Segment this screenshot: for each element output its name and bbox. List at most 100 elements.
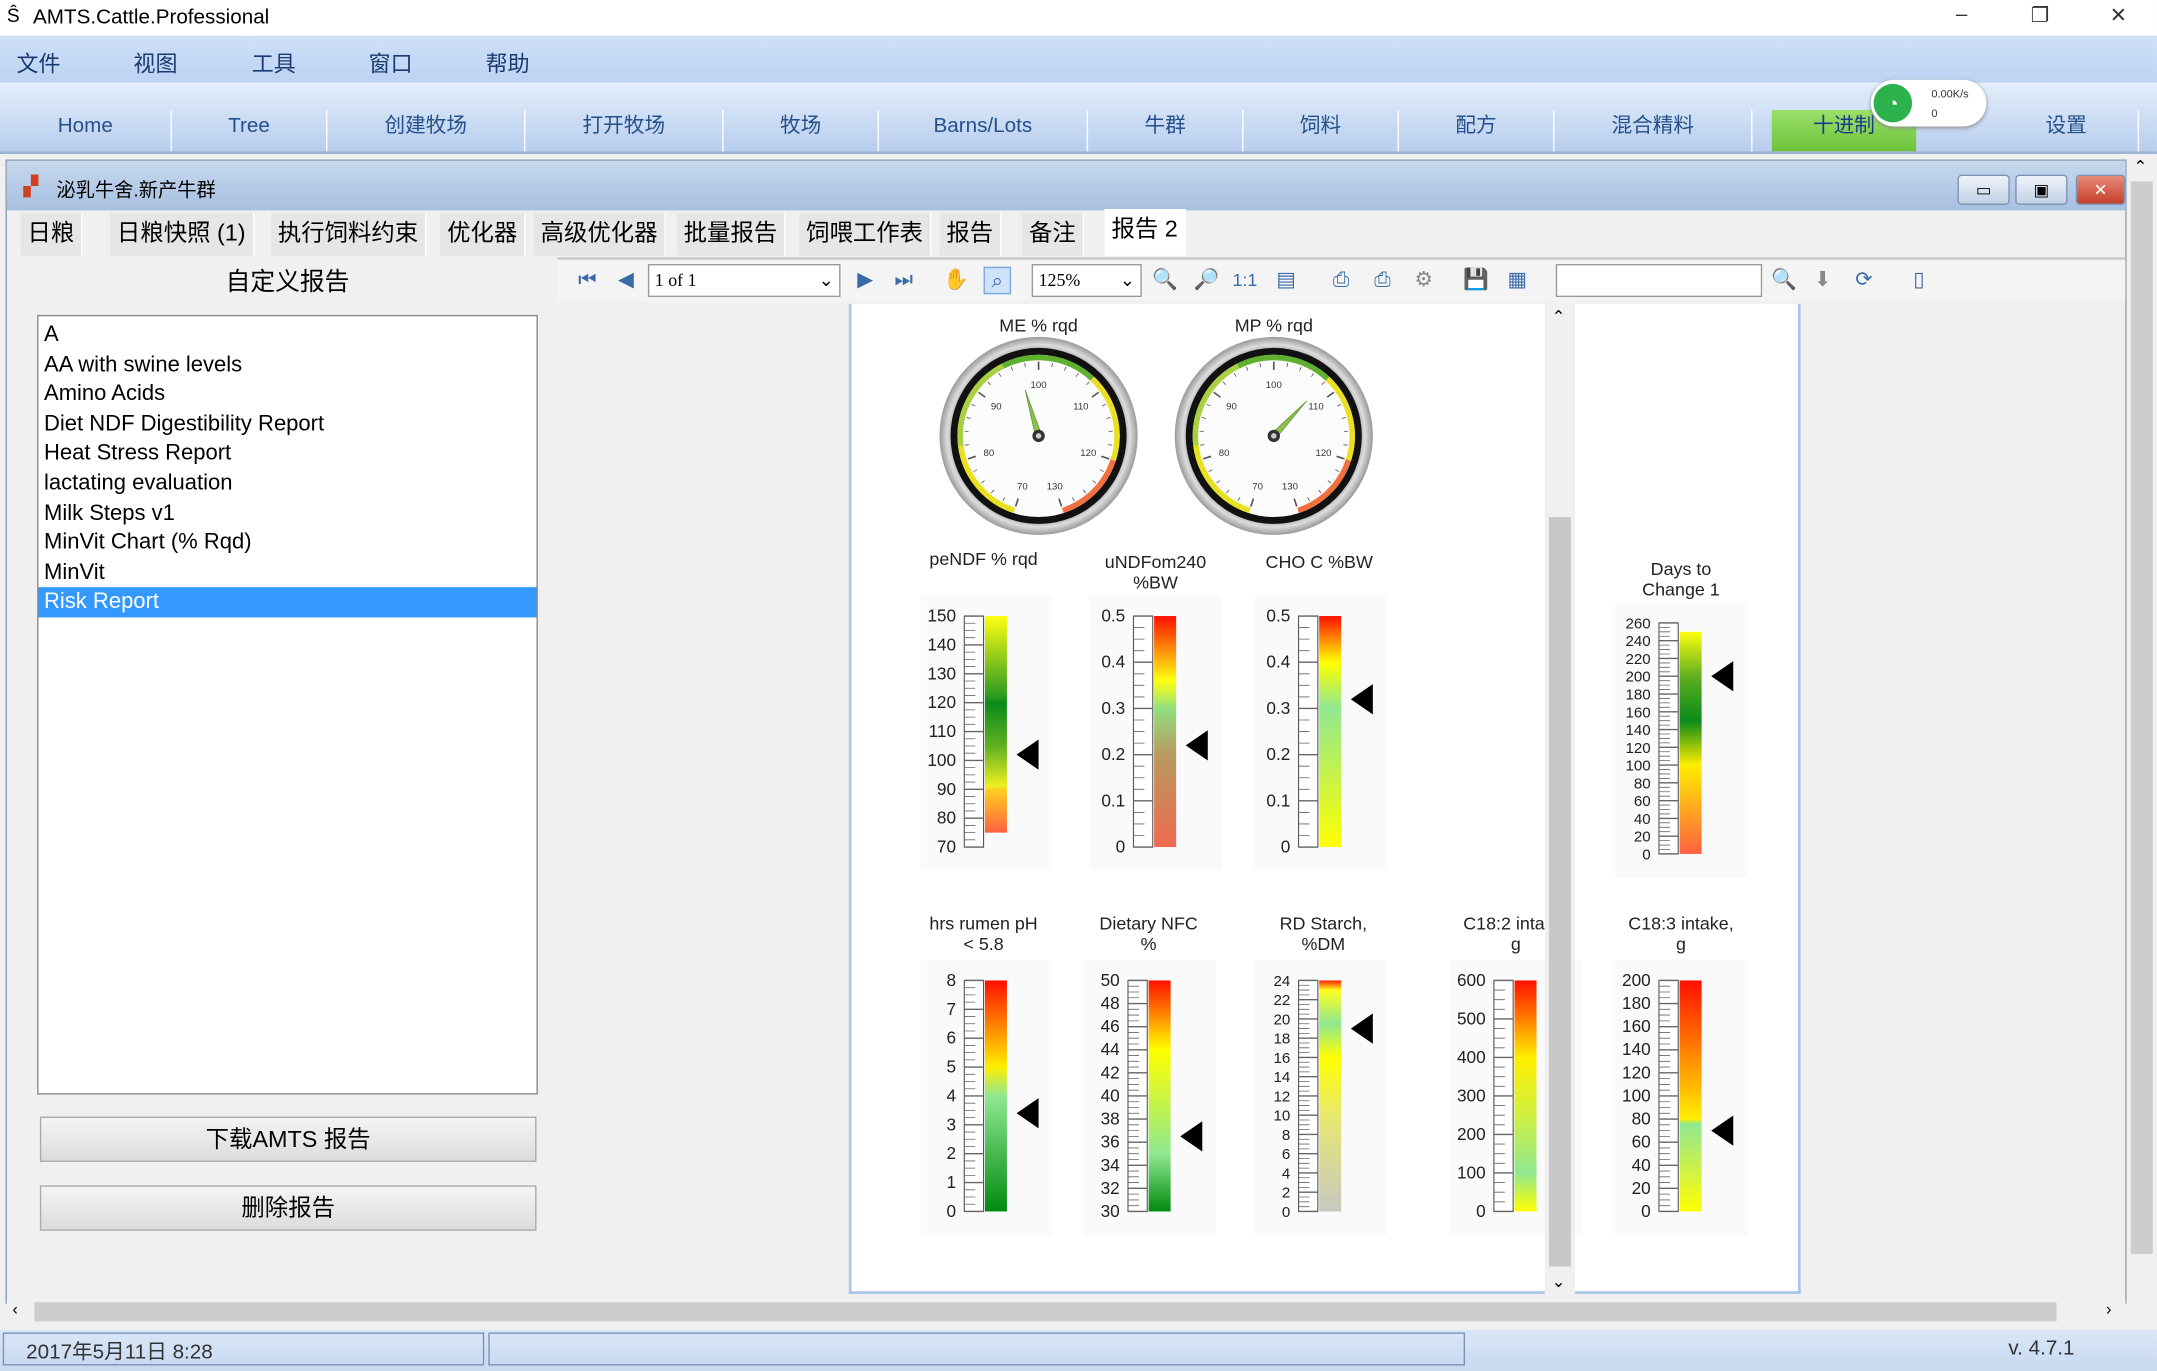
minimize-button[interactable]: – [1941,3,1982,33]
scale-label: 200 [1622,970,1651,990]
child-close-button[interactable]: ✕ [2075,174,2126,205]
export-icon[interactable]: ▦ [1504,267,1532,295]
ribbon-tab[interactable]: 配方 [1399,110,1555,152]
ribbon-tab[interactable]: Tree [172,110,328,152]
tab[interactable]: 批量报告 [676,213,786,256]
search-input[interactable] [1555,264,1763,298]
child-restore-button[interactable]: ▣ [2015,174,2068,205]
scroll-up-icon[interactable]: ⌃ [2134,157,2148,176]
tab[interactable]: 报告 2 [1104,209,1187,256]
menu-item[interactable]: 帮助 [486,45,530,78]
child-minimize-button[interactable]: ▭ [1957,174,2010,205]
report-list-item[interactable]: Amino Acids [39,380,537,410]
ribbon-tab[interactable]: Barns/Lots [879,110,1089,152]
scale-label: 80 [1632,1109,1651,1129]
scroll-up-icon[interactable]: ⌃ [1552,307,1566,326]
scale-label: 0 [1642,846,1650,863]
report-list-item[interactable]: Risk Report [38,587,537,618]
ribbon-tab[interactable]: 设置 [1995,110,2140,152]
tab[interactable]: 报告 [939,213,1002,256]
report-list[interactable]: A AA with swine levels Amino Acids Diet NDF… [37,314,538,1095]
document-map-icon[interactable]: ▯ [1905,267,1933,295]
ribbon-tab[interactable]: Home [0,110,172,152]
dial-gauge: 70 80 90 100 110 120 130 [939,336,1138,535]
scale-label: 400 [1457,1047,1486,1067]
report-list-item[interactable]: AA with swine levels [39,350,537,380]
find-next-icon[interactable]: ⬇ [1809,267,1837,295]
print-icon[interactable]: ⎙ [1327,267,1355,295]
refresh-icon[interactable]: ⟳ [1850,267,1878,295]
print-layout-icon[interactable]: ⎙ [1369,267,1397,295]
gauge-tick-label: 100 [1031,380,1047,391]
scale-label: 38 [1101,1109,1120,1129]
wifi-icon: ◔ [1873,83,1913,123]
report-list-item[interactable]: Diet NDF Digestibility Report [39,409,537,439]
menu-item[interactable]: 工具 [252,45,296,78]
zoom-tool-icon[interactable]: ⌕ [983,266,1012,295]
actual-size-button[interactable]: 1:1 [1231,267,1259,295]
report-list-item[interactable]: MinVit [39,558,537,588]
tab[interactable]: 执行饲料约束 [270,213,427,256]
report-vertical-scrollbar[interactable]: ⌃ ⌄ [1544,303,1576,1297]
scale-label: 240 [1625,633,1650,650]
next-page-icon[interactable]: ▶ [851,267,879,295]
scale-label: 44 [1101,1039,1121,1059]
tab[interactable]: 优化器 [440,213,526,256]
prev-page-icon[interactable]: ◀ [612,267,640,295]
scroll-left-icon[interactable]: ‹ [12,1299,18,1318]
menu-item[interactable]: 视图 [133,45,177,78]
ribbon-tab[interactable]: 混合精料 [1554,110,1753,152]
scale-label: 200 [1625,669,1650,686]
delete-report-button[interactable]: 删除报告 [39,1185,537,1231]
download-report-button[interactable]: 下载AMTS 报告 [39,1116,537,1162]
ribbon-tab[interactable]: 牛群 [1088,110,1244,152]
restore-button[interactable]: ❐ [2019,3,2060,33]
tab[interactable]: 饲喂工作表 [799,213,932,256]
first-page-icon[interactable]: ⏮ [574,267,602,295]
find-icon[interactable]: 🔍 [1770,267,1798,295]
menu-item[interactable]: 文件 [17,45,61,78]
scroll-right-icon[interactable]: › [2106,1299,2112,1318]
tab[interactable]: 日粮 [20,213,83,256]
close-button[interactable]: ✕ [2098,3,2139,33]
tab[interactable]: 高级优化器 [533,213,666,256]
scale-label: 160 [1622,1016,1651,1036]
report-list-item[interactable]: Heat Stress Report [39,439,537,469]
ribbon-tab[interactable]: 创建牧场 [327,110,526,152]
scroll-down-icon[interactable]: ⌄ [1552,1272,1566,1291]
page-width-icon[interactable]: ▤ [1272,267,1300,295]
report-list-item[interactable]: lactating evaluation [39,469,537,499]
scale-label: 100 [927,750,956,770]
page-setup-icon[interactable]: ⚙ [1410,267,1438,295]
horizontal-scrollbar[interactable]: ‹ › [6,1299,2126,1325]
zoom-in-icon[interactable]: 🔍 [1151,267,1179,295]
report-viewer: ME % rqd 70 80 90 100 110 120 130 MP % rqd 70 80 90… [557,303,2098,1297]
scroll-thumb[interactable] [2130,181,2153,1255]
gauge-tick-label: 110 [1073,401,1088,412]
last-page-icon[interactable]: ⏭ [890,267,918,295]
hand-tool-icon[interactable]: ✋ [942,267,970,295]
scale-label: 140 [927,634,956,654]
report-list-item[interactable]: MinVit Chart (% Rqd) [39,528,537,558]
scale-label: 36 [1101,1132,1120,1152]
zoom-out-icon[interactable]: 🔎 [1193,267,1221,295]
value-pointer [1350,1013,1373,1044]
scroll-thumb[interactable] [1548,517,1571,1267]
scale-label: 8 [946,970,956,990]
ribbon-tab[interactable]: 饲料 [1244,110,1399,152]
report-list-item[interactable]: A [39,320,537,350]
main-vertical-scrollbar[interactable]: ⌃ [2126,154,2157,1304]
zoom-select[interactable]: 125% ⌄ [1031,264,1142,298]
page-select[interactable]: 1 of 1 ⌄ [647,264,841,298]
report-list-item[interactable]: Milk Steps v1 [39,499,537,529]
ribbon-tab[interactable]: 牧场 [724,110,880,152]
color-bar [984,980,1007,1212]
scroll-thumb[interactable] [34,1302,2057,1322]
save-icon[interactable]: 💾 [1462,267,1490,295]
tab[interactable]: 日粮快照 (1) [110,213,254,256]
menu-item[interactable]: 窗口 [369,45,413,78]
color-bar [1319,980,1342,1212]
tab[interactable]: 备注 [1022,213,1084,256]
ribbon-tab[interactable]: 打开牧场 [525,110,724,152]
gauge-title: C18:2 intake, g [1463,913,1569,955]
